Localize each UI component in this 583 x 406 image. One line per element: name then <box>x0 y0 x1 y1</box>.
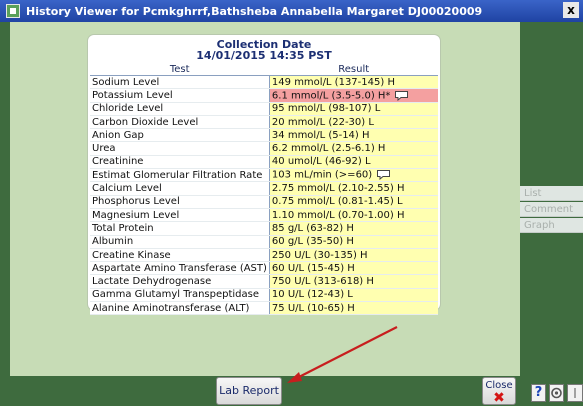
lab-report-button[interactable]: Lab Report <box>216 377 282 405</box>
gear-icon <box>551 387 562 399</box>
result-cell: 60 g/L (35-50) H <box>269 234 438 249</box>
comment-button[interactable]: Comment <box>520 202 583 217</box>
result-value: 750 U/L (313-618) H <box>271 276 374 288</box>
table-row[interactable]: Lactate Dehydrogenase 750 U/L (313-618) H <box>90 274 438 289</box>
collection-datetime: 14/01/2015 14:35 PST <box>196 49 332 62</box>
result-value: 60 U/L (15-45) H <box>271 262 355 274</box>
table-row[interactable]: Calcium Level 2.75 mmol/L (2.10-2.55) H <box>90 181 438 196</box>
result-cell: 2.75 mmol/L (2.10-2.55) H <box>269 181 438 196</box>
result-value: 75 U/L (10-65) H <box>271 302 355 314</box>
speech-bubble-icon[interactable] <box>394 90 409 101</box>
result-value: 95 mmol/L (98-107) L <box>271 103 381 115</box>
window-close-button[interactable]: x <box>563 2 579 18</box>
result-value: 34 mmol/L (5-14) H <box>271 129 370 141</box>
result-value: 6.2 mmol/L (2.5-6.1) H <box>271 143 386 155</box>
result-value: 40 umol/L (46-92) L <box>271 156 371 168</box>
test-name-cell: Estimat Glomerular Filtration Rate <box>90 168 270 183</box>
test-name-cell: Chloride Level <box>90 101 270 116</box>
result-cell: 6.2 mmol/L (2.5-6.1) H <box>269 141 438 156</box>
result-value: 85 g/L (63-82) H <box>271 222 354 234</box>
test-name-cell: Albumin <box>90 234 270 249</box>
table-row[interactable]: Sodium Level 149 mmol/L (137-145) H <box>90 74 438 90</box>
results-card: Collection Date 14/01/2015 14:35 PST Tes… <box>88 35 440 316</box>
table-row[interactable]: Alanine Aminotransferase (ALT) 75 U/L (10… <box>90 301 438 316</box>
test-name-cell: Gamma Glutamyl Transpeptidase <box>90 287 270 303</box>
test-name-cell: Carbon Dioxide Level <box>90 114 270 130</box>
grip-icon <box>574 388 576 398</box>
test-name-cell: Anion Gap <box>90 128 270 143</box>
list-button[interactable]: List <box>520 186 583 201</box>
table-row[interactable]: Albumin 60 g/L (35-50) H <box>90 234 438 249</box>
test-name-cell: Lactate Dehydrogenase <box>90 274 270 289</box>
more-icon-button[interactable] <box>567 384 583 402</box>
table-row[interactable]: Gamma Glutamyl Transpeptidase 10 U/L (12-… <box>90 287 438 303</box>
test-name-cell: Total Protein <box>90 221 270 236</box>
graph-button[interactable]: Graph <box>520 218 583 233</box>
result-value: 103 mL/min (>=60) <box>271 169 373 181</box>
result-value: 2.75 mmol/L (2.10-2.55) H <box>271 183 405 195</box>
result-value: 1.10 mmol/L (0.70-1.00) H <box>271 209 405 221</box>
result-cell: 10 U/L (12-43) L <box>269 287 438 303</box>
result-cell: 60 U/L (15-45) H <box>269 261 438 276</box>
table-row[interactable]: Aspartate Amino Transferase (AST) 60 U/L … <box>90 261 438 276</box>
result-cell: 250 U/L (30-135) H <box>269 247 438 263</box>
result-cell: 103 mL/min (>=60) <box>269 168 438 183</box>
results-body: Sodium Level 149 mmol/L (137-145) H Potass… <box>90 74 438 316</box>
table-row[interactable]: Urea 6.2 mmol/L (2.5-6.1) H <box>90 141 438 156</box>
table-row[interactable]: Total Protein 85 g/L (63-82) H <box>90 221 438 236</box>
result-cell: 85 g/L (63-82) H <box>269 221 438 236</box>
window-title: History Viewer for Pcmkghrrf,Bathsheba A… <box>26 4 483 18</box>
result-cell: 149 mmol/L (137-145) H <box>269 74 438 90</box>
table-row[interactable]: Estimat Glomerular Filtration Rate 103 mL… <box>90 168 438 183</box>
test-name-cell: Creatine Kinase <box>90 247 270 263</box>
result-cell: 750 U/L (313-618) H <box>269 274 438 289</box>
result-value: 250 U/L (30-135) H <box>271 249 368 261</box>
test-name-cell: Aspartate Amino Transferase (AST) <box>90 261 270 276</box>
result-value: 149 mmol/L (137-145) H <box>271 76 395 88</box>
result-cell: 6.1 mmol/L (3.5-5.0) H* <box>269 88 438 103</box>
result-value: 0.75 mmol/L (0.81-1.45) L <box>271 196 403 208</box>
close-button[interactable]: Close ✖ <box>482 377 516 405</box>
table-row[interactable]: Creatine Kinase 250 U/L (30-135) H <box>90 247 438 263</box>
result-cell: 1.10 mmol/L (0.70-1.00) H <box>269 207 438 223</box>
test-name-cell: Phosphorus Level <box>90 194 270 209</box>
result-cell: 75 U/L (10-65) H <box>269 301 438 316</box>
test-name-cell: Magnesium Level <box>90 207 270 223</box>
test-name-cell: Calcium Level <box>90 181 270 196</box>
result-value: 10 U/L (12-43) L <box>271 289 353 301</box>
result-cell: 95 mmol/L (98-107) L <box>269 101 438 116</box>
table-row[interactable]: Magnesium Level 1.10 mmol/L (0.70-1.00) H <box>90 207 438 223</box>
test-name-cell: Alanine Aminotransferase (ALT) <box>90 301 270 316</box>
table-row[interactable]: Creatinine 40 umol/L (46-92) L <box>90 154 438 170</box>
table-row[interactable]: Phosphorus Level 0.75 mmol/L (0.81-1.45) … <box>90 194 438 209</box>
app-icon <box>6 4 20 18</box>
result-cell: 20 mmol/L (22-30) L <box>269 114 438 130</box>
result-value: 6.1 mmol/L (3.5-5.0) H* <box>271 90 391 102</box>
column-header-test: Test <box>90 64 270 76</box>
help-button[interactable]: ? <box>531 384 546 402</box>
window-titlebar: History Viewer for Pcmkghrrf,Bathsheba A… <box>0 0 583 22</box>
test-name-cell: Potassium Level <box>90 88 270 103</box>
speech-bubble-icon[interactable] <box>376 169 391 181</box>
column-header-result: Result <box>269 64 438 76</box>
table-row[interactable]: Potassium Level 6.1 mmol/L (3.5-5.0) H* <box>90 88 438 103</box>
result-cell: 0.75 mmol/L (0.81-1.45) L <box>269 194 438 209</box>
test-name-cell: Creatinine <box>90 154 270 170</box>
result-cell: 40 umol/L (46-92) L <box>269 154 438 170</box>
left-frame <box>0 22 10 406</box>
table-row[interactable]: Chloride Level 95 mmol/L (98-107) L <box>90 101 438 116</box>
result-value: 20 mmol/L (22-30) L <box>271 116 374 128</box>
result-value: 60 g/L (35-50) H <box>271 236 354 248</box>
test-name-cell: Urea <box>90 141 270 156</box>
table-row[interactable]: Anion Gap 34 mmol/L (5-14) H <box>90 128 438 143</box>
collection-header: Collection Date 14/01/2015 14:35 PST <box>88 35 440 61</box>
test-name-cell: Sodium Level <box>90 74 270 90</box>
table-row[interactable]: Carbon Dioxide Level 20 mmol/L (22-30) L <box>90 114 438 130</box>
settings-icon-button[interactable] <box>549 384 564 402</box>
results-table: Test Result Sodium Level 149 mmol/L (137-… <box>90 64 438 316</box>
red-x-icon: ✖ <box>493 390 505 406</box>
result-cell: 34 mmol/L (5-14) H <box>269 128 438 143</box>
